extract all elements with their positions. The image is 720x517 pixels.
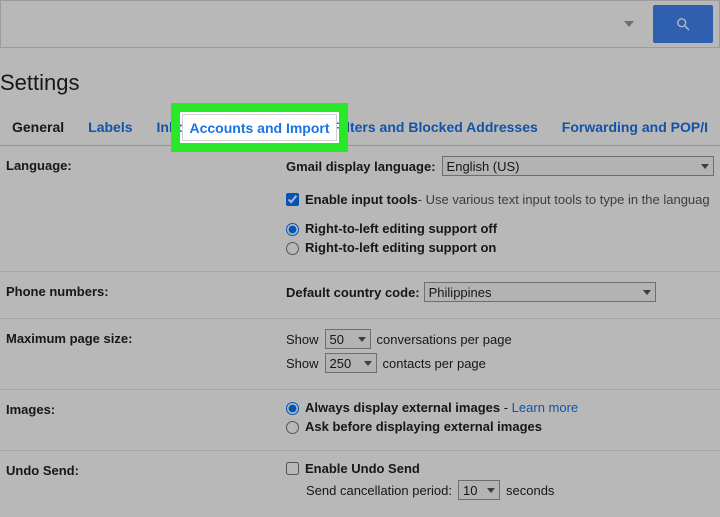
images-ask-radio[interactable] xyxy=(286,421,299,434)
enable-undo-label: Enable Undo Send xyxy=(305,461,420,476)
contacts-suffix: contacts per page xyxy=(383,356,486,371)
images-learn-more-link[interactable]: Learn more xyxy=(512,400,578,415)
cancel-period-label: Send cancellation period: xyxy=(306,483,452,498)
seconds-label: seconds xyxy=(506,483,554,498)
search-icon xyxy=(675,16,692,33)
enable-input-tools-desc: - Use various text input tools to type i… xyxy=(418,192,710,207)
section-language: Language: Gmail display language: Englis… xyxy=(0,146,720,272)
enable-input-tools-checkbox[interactable] xyxy=(286,193,299,206)
tab-general[interactable]: General xyxy=(0,110,76,145)
images-always-radio[interactable] xyxy=(286,402,299,415)
images-label: Images: xyxy=(6,400,286,438)
images-ask-label: Ask before displaying external images xyxy=(305,419,542,434)
undo-label: Undo Send: xyxy=(6,461,286,504)
enable-undo-checkbox[interactable] xyxy=(286,462,299,475)
tab-forwarding[interactable]: Forwarding and POP/I xyxy=(550,110,720,145)
rtl-on-label: Right-to-left editing support on xyxy=(305,240,496,255)
conversations-suffix: conversations per page xyxy=(377,332,512,347)
enable-input-tools-label: Enable input tools xyxy=(305,192,418,207)
section-pagesize: Maximum page size: Show 50 conversations… xyxy=(0,319,720,390)
rtl-off-label: Right-to-left editing support off xyxy=(305,221,497,236)
section-phone: Phone numbers: Default country code: Phi… xyxy=(0,272,720,319)
pagesize-label: Maximum page size: xyxy=(6,329,286,377)
show-label-2: Show xyxy=(286,356,319,371)
phone-label: Phone numbers: xyxy=(6,282,286,306)
search-field-area[interactable] xyxy=(1,1,653,47)
country-code-select[interactable]: Philippines xyxy=(424,282,656,302)
search-button[interactable] xyxy=(653,5,713,43)
tab-inbox[interactable]: Inbox xyxy=(145,110,206,145)
top-search-bar xyxy=(0,0,720,48)
country-code-label: Default country code: xyxy=(286,285,420,300)
search-options-arrow-icon[interactable] xyxy=(619,14,639,34)
tab-labels[interactable]: Labels xyxy=(76,110,144,145)
rtl-on-radio[interactable] xyxy=(286,242,299,255)
tab-filters[interactable]: Filters and Blocked Addresses xyxy=(322,110,550,145)
display-language-select[interactable]: English (US) xyxy=(442,156,714,176)
display-language-label: Gmail display language: xyxy=(286,159,436,174)
page-title: Settings xyxy=(0,48,720,110)
rtl-off-radio[interactable] xyxy=(286,223,299,236)
conversations-per-page-select[interactable]: 50 xyxy=(325,329,371,349)
settings-tabs: General Labels Inbox Filters and Blocked… xyxy=(0,110,720,146)
cancel-period-select[interactable]: 10 xyxy=(458,480,500,500)
images-always-label: Always display external images xyxy=(305,400,500,415)
contacts-per-page-select[interactable]: 250 xyxy=(325,353,377,373)
section-images: Images: Always display external images -… xyxy=(0,390,720,451)
section-undo: Undo Send: Enable Undo Send Send cancell… xyxy=(0,451,720,516)
language-label: Language: xyxy=(6,156,286,259)
show-label-1: Show xyxy=(286,332,319,347)
